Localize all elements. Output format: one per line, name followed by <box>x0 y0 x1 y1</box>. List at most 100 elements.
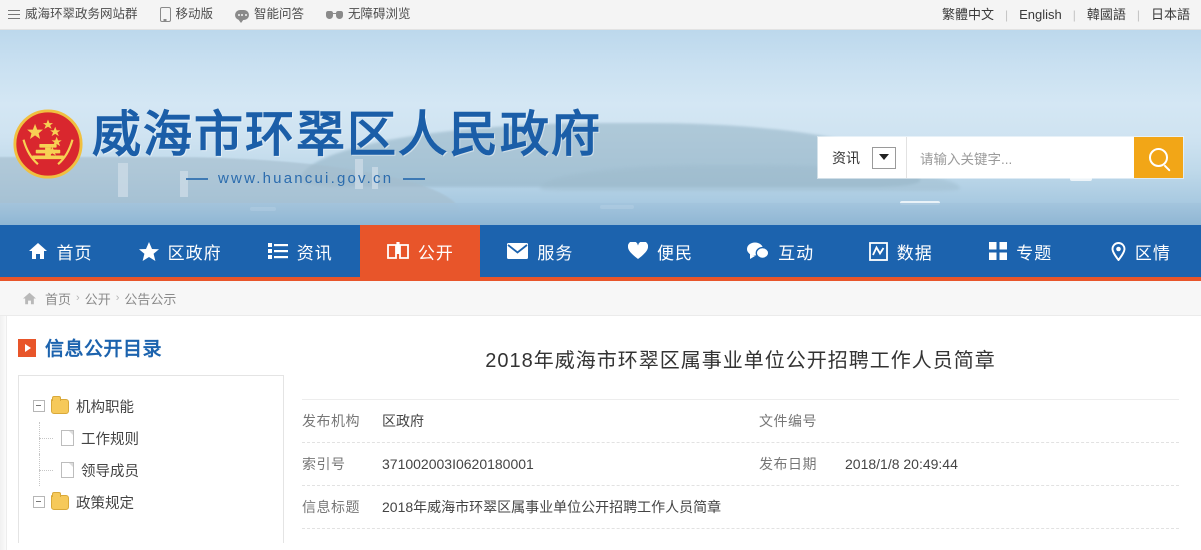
search-placeholder: 请输入关键字... <box>920 151 1013 167</box>
tree-node-leadership[interactable]: 领导成员 <box>19 454 283 486</box>
page-left-edge <box>0 316 7 550</box>
site-group-label: 威海环翠政务网站群 <box>25 7 138 22</box>
article-meta-col2: 发布日期 2018/1/8 20:49:44 <box>759 454 1179 474</box>
sidebar-tree: 机构职能 工作规则 领导成员 政策规定 <box>18 375 284 543</box>
lang-link-english[interactable]: English <box>1008 8 1073 21</box>
top-utility-bar: 威海环翠政务网站群 移动版 智能问答 无障碍浏览 繁體中文 | English … <box>0 0 1201 30</box>
lang-link-korean[interactable]: 韓國語 <box>1076 8 1137 21</box>
tree-node-label: 机构职能 <box>76 399 134 416</box>
nav-item-label: 区情 <box>1134 243 1171 263</box>
location-pin-icon <box>1111 241 1126 261</box>
chat-icon <box>747 242 770 260</box>
list-icon <box>267 243 288 259</box>
nav-item-open-government[interactable]: 公开 <box>360 225 481 277</box>
breadcrumb-item-open[interactable]: 公开 <box>85 289 111 308</box>
meta-label-publish-date: 发布日期 <box>759 456 817 472</box>
arrow-right-icon <box>18 338 36 357</box>
meta-label-index-number: 索引号 <box>302 456 346 472</box>
search-button[interactable] <box>1134 137 1183 178</box>
meta-label-info-title: 信息标题 <box>302 499 360 515</box>
nav-item-label: 专题 <box>1016 243 1053 263</box>
grid-icon <box>989 242 1008 260</box>
folder-icon <box>51 491 69 510</box>
tree-node-label: 政策规定 <box>76 495 134 512</box>
article-meta-row: 发布机构 区政府 文件编号 <box>302 400 1179 443</box>
url-dash-left <box>186 177 208 180</box>
site-url-label: www.huancui.gov.cn <box>218 170 394 187</box>
breadcrumb-item-announcements[interactable]: 公告公示 <box>124 289 176 308</box>
article: 2018年威海市环翠区属事业单位公开招聘工作人员简章 发布机构 区政府 文件编号… <box>284 316 1201 550</box>
site-url: www.huancui.gov.cn <box>186 170 426 187</box>
accessibility-link[interactable]: 无障碍浏览 <box>326 8 411 21</box>
breadcrumb: 首页 › 公开 › 公告公示 <box>0 281 1201 316</box>
sidebar-header: 信息公开目录 <box>18 334 284 361</box>
breadcrumb-item-home[interactable]: 首页 <box>45 289 71 308</box>
national-emblem-icon <box>13 109 83 179</box>
main-content: 信息公开目录 机构职能 工作规则 领导成员 政策规定 2018年威海市环翠区属事… <box>0 316 1201 550</box>
meta-label-publisher: 发布机构 <box>302 413 360 429</box>
smart-qa-link[interactable]: 智能问答 <box>235 7 305 23</box>
chevron-down-icon[interactable] <box>872 146 896 169</box>
tree-node-policy-regulations[interactable]: 政策规定 <box>19 486 283 518</box>
meta-value-index-number: 371002003I0620180001 <box>382 456 534 472</box>
tree-node-organizational-functions[interactable]: 机构职能 <box>19 390 283 422</box>
search-category-dropdown[interactable]: 资讯 <box>818 137 907 178</box>
meta-label-document-number: 文件编号 <box>759 413 817 429</box>
article-title: 2018年威海市环翠区属事业单位公开招聘工作人员简章 <box>302 316 1179 400</box>
chat-bubble-icon <box>235 9 250 23</box>
home-icon <box>28 242 48 260</box>
nav-item-convenience[interactable]: 便民 <box>600 225 720 277</box>
nav-item-interaction[interactable]: 互动 <box>721 225 841 277</box>
meta-value-publisher: 区政府 <box>382 413 424 429</box>
nav-item-services[interactable]: 服务 <box>480 225 600 277</box>
mobile-version-link[interactable]: 移动版 <box>159 7 213 22</box>
nav-item-news[interactable]: 资讯 <box>240 225 360 277</box>
book-icon <box>386 242 409 260</box>
lang-link-traditional-chinese[interactable]: 繁體中文 <box>931 8 1005 21</box>
envelope-icon <box>507 243 529 259</box>
nav-item-label: 便民 <box>657 243 694 263</box>
nav-item-home[interactable]: 首页 <box>0 225 120 277</box>
article-meta-row: 索引号 371002003I0620180001 发布日期 2018/1/8 2… <box>302 443 1179 486</box>
search-icon <box>1149 148 1168 167</box>
site-banner: 威海市环翠区人民政府 www.huancui.gov.cn 资讯 请输入关键字.… <box>0 30 1201 225</box>
heart-icon <box>628 242 649 260</box>
topbar-left-group: 威海环翠政务网站群 移动版 智能问答 无障碍浏览 <box>0 7 433 23</box>
page-title: 威海市环翠区人民政府 <box>92 107 603 162</box>
nav-item-label: 首页 <box>56 243 93 263</box>
smart-qa-label: 智能问答 <box>254 7 305 22</box>
meta-value-info-title: 2018年威海市环翠区属事业单位公开招聘工作人员简章 <box>382 499 722 515</box>
accessibility-label: 无障碍浏览 <box>348 7 411 22</box>
article-meta-row: 信息标题 2018年威海市环翠区属事业单位公开招聘工作人员简章 <box>302 486 1179 529</box>
document-icon <box>61 462 74 478</box>
chart-icon <box>868 241 888 261</box>
collapse-toggle-icon[interactable] <box>33 496 45 508</box>
main-navigation: 首页 区政府 资讯 公开 服务 便民 互动 数据 专题 区情 <box>0 225 1201 281</box>
meta-value-publish-date: 2018/1/8 20:49:44 <box>845 456 958 472</box>
menu-icon <box>8 9 20 20</box>
tree-node-label: 工作规则 <box>81 431 139 448</box>
sidebar-title: 信息公开目录 <box>45 339 163 360</box>
nav-item-topics[interactable]: 专题 <box>961 225 1081 277</box>
phone-icon <box>159 7 171 22</box>
search-category-label: 资讯 <box>832 149 860 166</box>
search-input[interactable]: 请输入关键字... <box>907 137 1134 178</box>
nav-item-label: 数据 <box>896 243 933 263</box>
url-dash-right <box>403 177 426 180</box>
language-switcher: 繁體中文 | English | 韓國語 | 日本語 <box>931 0 1201 29</box>
glasses-icon <box>326 10 344 19</box>
nav-item-district-profile[interactable]: 区情 <box>1081 225 1201 277</box>
site-group-link[interactable]: 威海环翠政务网站群 <box>8 8 138 21</box>
nav-item-label: 资讯 <box>296 243 333 263</box>
star-icon <box>138 241 159 261</box>
nav-item-district-government[interactable]: 区政府 <box>120 225 240 277</box>
breadcrumb-separator: › <box>76 292 80 304</box>
nav-item-label: 公开 <box>417 243 454 263</box>
tree-node-work-rules[interactable]: 工作规则 <box>19 422 283 454</box>
collapse-toggle-icon[interactable] <box>33 400 45 412</box>
nav-item-data[interactable]: 数据 <box>841 225 961 277</box>
document-icon <box>61 430 74 446</box>
lang-link-japanese[interactable]: 日本語 <box>1140 8 1201 21</box>
tree-node-label: 领导成员 <box>81 463 139 480</box>
article-meta-col2: 文件编号 <box>759 411 1179 431</box>
